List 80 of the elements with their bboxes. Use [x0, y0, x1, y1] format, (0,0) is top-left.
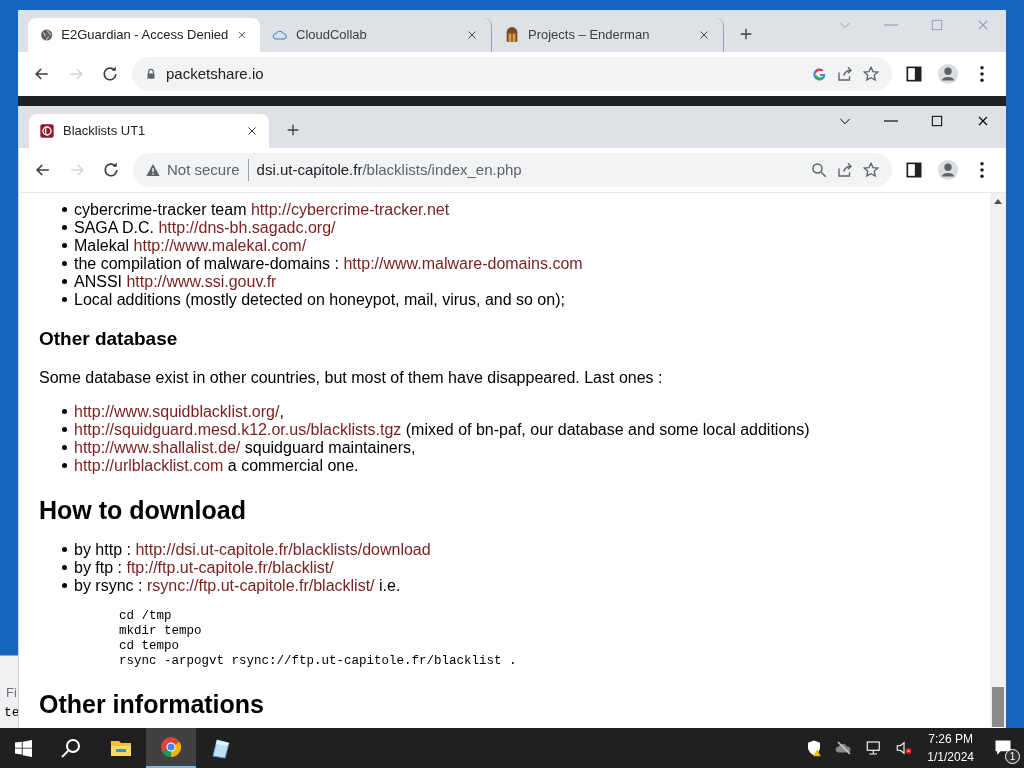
notifications-button[interactable]: 1	[982, 728, 1024, 768]
minimize-icon	[884, 120, 898, 122]
window-text: te	[4, 706, 18, 719]
plus-icon	[285, 122, 301, 138]
search-icon[interactable]	[810, 161, 828, 179]
code-line: cd /tmp	[119, 609, 173, 624]
code-line: cd tempo	[119, 639, 180, 654]
section-heading: How to download	[39, 495, 247, 525]
link[interactable]: http://squidguard.mesd.k12.or.us/blacklists.tgz	[74, 421, 402, 438]
list-item: http://urlblacklist.com a commercial one.	[62, 457, 359, 475]
maximize-icon	[929, 17, 945, 33]
globe-icon	[40, 27, 54, 43]
search-icon	[59, 736, 83, 760]
more-icon	[980, 162, 984, 178]
list-item: cybercrime-tracker team http://cybercrime-tracker.net	[62, 201, 450, 219]
list-item: by http : http://dsi.ut-capitole.fr/blacklists/download	[62, 541, 431, 559]
list-item: the compilation of malware-domains : http://www.malware-domains.com	[62, 255, 583, 273]
notification-count: 1	[1005, 749, 1020, 764]
window-text: Fi	[6, 686, 17, 699]
link[interactable]: rsync://ftp.ut-capitole.fr/blacklist/	[146, 577, 375, 594]
link[interactable]: http://dsi.ut-capitole.fr/blacklists/download	[135, 541, 431, 558]
bookmark-star-icon[interactable]	[862, 161, 880, 179]
link[interactable]: http://www.ssi.gouv.fr	[126, 273, 277, 290]
link[interactable]: http://www.squidblacklist.org/	[74, 403, 280, 420]
link[interactable]: ftp://ftp.ut-capitole.fr/blacklist/	[126, 559, 334, 576]
maximize-icon	[929, 113, 945, 129]
google-icon[interactable]	[812, 66, 828, 82]
list-item: SAGA D.C. http://dns-bh.sagadc.org/	[62, 219, 336, 237]
list-item: http://www.squidblacklist.org/,	[62, 403, 284, 421]
browser-tab[interactable]: Blacklists UT1	[29, 114, 269, 148]
paragraph: Some database exist in other countries, but most of them have disappeared. Last ones :	[39, 369, 664, 387]
list-item: http://squidguard.mesd.k12.or.us/blacklists.tgz (mixed of bn-paf, our database and some local additions)	[62, 421, 810, 439]
avatar-icon	[937, 63, 959, 85]
link[interactable]: http://cybercrime-tracker.net	[250, 201, 450, 218]
minimize-icon	[884, 24, 898, 26]
scroll-up-arrow[interactable]	[994, 199, 1002, 204]
address-bar[interactable]: packetshare.io	[132, 57, 892, 91]
list-item: by ftp : ftp://ftp.ut-capitole.fr/blacklist/	[62, 559, 334, 577]
windows-logo-icon	[14, 739, 32, 757]
code-line: rsync -arpogvt rsync://ftp.ut-capitole.fr/blacklist .	[119, 654, 518, 669]
scrollbar[interactable]	[990, 193, 1006, 727]
url-text: dsi.ut-capitole.fr/blacklists/index_en.php	[256, 159, 522, 180]
side-panel-icon	[904, 160, 924, 180]
scrollbar-thumb[interactable]	[992, 687, 1004, 727]
link[interactable]: http://www.malekal.com/	[133, 237, 307, 254]
door-icon	[504, 27, 520, 43]
link[interactable]: http://urlblacklist.com	[74, 457, 224, 474]
list-item: http://www.shallalist.de/ squidguard maintainers,	[62, 439, 416, 457]
warning-icon	[145, 162, 161, 178]
site-logo-icon	[39, 123, 55, 139]
link[interactable]: http://dns-bh.sagadc.org/	[158, 219, 336, 236]
speaker-muted-icon[interactable]	[895, 739, 914, 757]
time-text: 7:26 PM	[928, 731, 973, 748]
taskbar-app-button[interactable]	[146, 728, 196, 768]
more-icon	[980, 66, 984, 82]
plus-icon	[738, 26, 754, 42]
link[interactable]: http://www.malware-domains.com	[343, 255, 583, 272]
address-bar[interactable]: Not secure dsi.ut-capitole.fr/blacklists/index_en.php	[133, 153, 892, 187]
reload-icon	[101, 160, 121, 180]
notepad-icon	[209, 736, 233, 760]
chrome-icon	[159, 735, 183, 759]
share-icon[interactable]	[836, 161, 854, 179]
share-icon[interactable]	[836, 65, 854, 83]
avatar-icon	[937, 159, 959, 181]
url-text: packetshare.io	[166, 63, 264, 84]
section-heading: Other informations	[39, 689, 265, 719]
code-line: mkdir tempo	[119, 624, 203, 639]
list-item: Malekal http://www.malekal.com/	[62, 237, 307, 255]
list-item: by rsync : rsync://ftp.ut-capitole.fr/blacklist/ i.e.	[62, 577, 401, 595]
clock[interactable]: 7:26 PM 1/1/2024	[919, 728, 982, 768]
reload-icon	[100, 64, 120, 84]
date-text: 1/1/2024	[927, 749, 974, 766]
bookmark-star-icon[interactable]	[862, 65, 880, 83]
list-item: ANSSI http://www.ssi.gouv.fr	[62, 273, 277, 291]
security-label: Not secure	[167, 159, 240, 180]
list-item: Local additions (mostly detected on honeypot, mail, virus, and so on);	[62, 291, 565, 309]
section-heading: Other database	[39, 327, 179, 351]
link[interactable]: http://www.shallalist.de/	[74, 439, 241, 456]
browser-tab[interactable]: E2Guardian - Access Denied	[28, 18, 260, 52]
side-panel-icon	[904, 64, 924, 84]
